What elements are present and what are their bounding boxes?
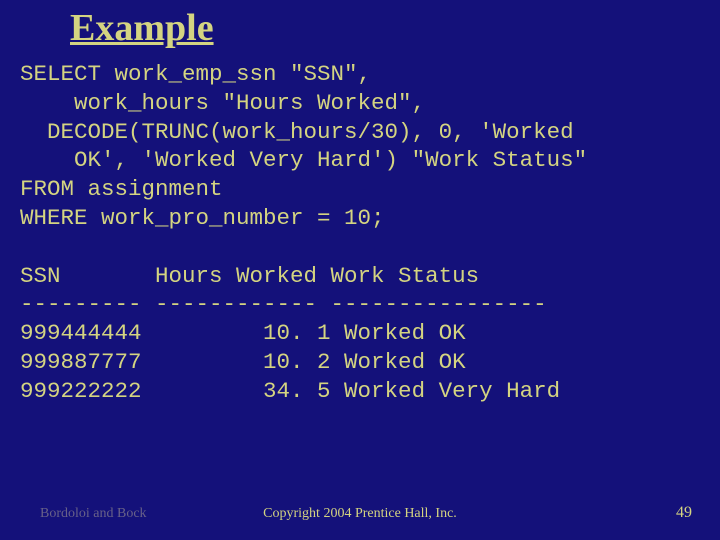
slide-title: Example (70, 6, 214, 50)
slide: Example SELECT work_emp_ssn "SSN", work_… (0, 0, 720, 540)
footer-page-number: 49 (676, 504, 692, 522)
footer-copyright: Copyright 2004 Prentice Hall, Inc. (0, 506, 720, 522)
code-block: SELECT work_emp_ssn "SSN", work_hours "H… (20, 60, 700, 406)
